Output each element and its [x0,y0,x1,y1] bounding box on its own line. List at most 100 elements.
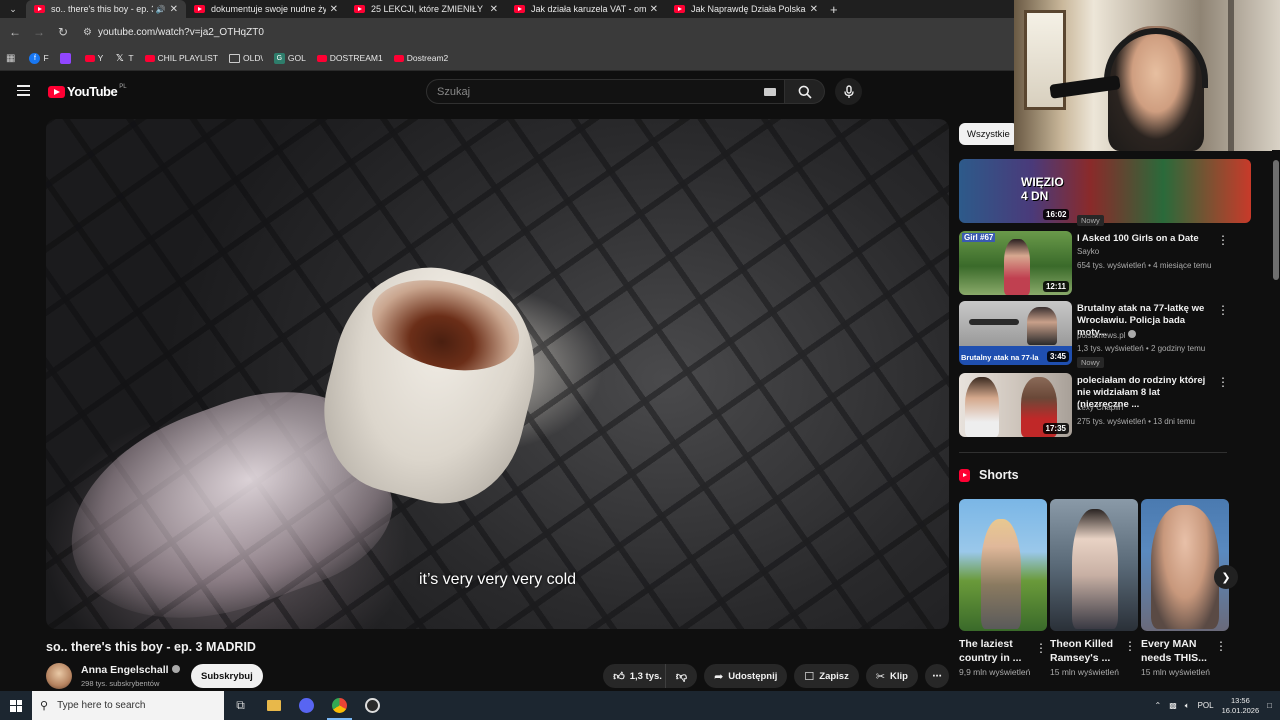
video-thumbnail[interactable]: Girl #67 12:11 [959,231,1072,295]
bookmark-facebook[interactable]: fF [29,52,49,64]
recommendation-item[interactable]: 17:35 poleciałam do rodziny której nie w… [959,373,1229,437]
recommendation-item[interactable]: Brutalny atak na 77-la 3:45 Brutalny ata… [959,301,1229,368]
volume-icon[interactable]: 🔈︎ [1185,701,1190,711]
more-dots-icon[interactable]: ⋮ [1217,233,1229,247]
start-button[interactable] [0,691,32,720]
bookmark-twitch[interactable] [59,52,74,64]
bookmark-folder-old[interactable]: OLD\ [229,53,263,63]
dislike-button[interactable]: 👎︎ [664,664,698,688]
youtube-favicon-icon [194,5,205,13]
clip-button[interactable]: ✂ Klip [865,664,918,688]
thumbnail-text: WIĘZIO 4 DN [1021,175,1064,203]
bookmark-chil-playlist[interactable]: CHIL PLAYLIST [144,53,218,63]
filter-chip-all[interactable]: Wszystkie [959,123,1018,145]
network-icon[interactable]: ▩ [1169,701,1177,710]
recommendation-item[interactable]: WIĘZIO 4 DN 16:02 Nowy [959,159,1251,226]
page-scrollbar[interactable] [1272,150,1280,690]
browser-tab-1[interactable]: so.. there's this boy - ep. 3 M 🔊 ✕ [26,0,186,18]
new-tab-icon[interactable]: + [830,2,838,17]
new-badge: Nowy [1077,215,1104,226]
notifications-icon[interactable]: □ [1267,701,1272,710]
browser-tab-5[interactable]: Jak Naprawdę Działa Polska Mafia ✕ [666,0,826,18]
language-indicator[interactable]: POL [1198,701,1214,710]
youtube-favicon-icon [514,5,525,13]
tab-close-icon[interactable]: ✕ [810,4,818,15]
scrollbar-thumb[interactable] [1273,160,1279,280]
short-views: 9,9 mln wyświetleń [959,667,1031,677]
search-input[interactable]: Szukaj [426,79,785,104]
save-button[interactable]: ☐ Zapisz [794,664,859,688]
tab-close-icon[interactable]: ✕ [490,4,498,15]
shorts-next-button[interactable]: ❯ [1214,565,1238,589]
menu-icon[interactable] [17,85,30,96]
short-item[interactable]: The laziest country in ... 9,9 mln wyświ… [959,499,1047,677]
channel-avatar[interactable] [46,663,72,689]
short-thumbnail[interactable] [959,499,1047,631]
voice-search-button[interactable] [835,78,862,105]
bookmark-gol[interactable]: G GOL [273,52,306,64]
keyboard-icon[interactable] [764,88,776,96]
video-duration: 17:35 [1042,423,1069,434]
more-dots-icon[interactable]: ⋮ [1217,375,1229,389]
short-item[interactable]: Every MAN needs THIS... 15 mln wyświetle… [1141,499,1229,677]
recommendation-item[interactable]: Girl #67 12:11 I Asked 100 Girls on a Da… [959,231,1229,295]
more-dots-icon[interactable]: ⋮ [1124,639,1136,653]
bookmark-dostream2[interactable]: Dostream2 [393,53,448,63]
bookmark-dostream1[interactable]: DOSTREAM1 [316,53,383,63]
browser-tab-3[interactable]: 25 LEKCJI, które ZMIENIŁY moje ✕ [346,0,506,18]
subscribe-button[interactable]: Subskrybuj [191,664,263,688]
youtube-logo[interactable]: YouTube PL [48,84,127,99]
thumbnail-knife [969,319,1019,325]
more-actions-button[interactable]: ⋯ [925,664,949,688]
bookmark-label: T [128,53,134,63]
video-thumbnail[interactable]: Brutalny atak na 77-la 3:45 [959,301,1072,365]
subscriber-count: 298 tys. subskrybentów [81,679,160,688]
thumbnail-person [1027,307,1057,345]
reload-icon[interactable]: ↻ [51,25,75,39]
tab-close-icon[interactable]: ✕ [650,4,658,15]
taskbar-search-placeholder: Type here to search [57,700,146,711]
task-view-icon[interactable]: ⧉ [224,691,257,720]
tray-chevron-up-icon[interactable]: ⌃ [1155,701,1162,710]
g-icon: G [273,52,285,64]
short-thumbnail[interactable] [1141,499,1229,631]
site-info-icon[interactable]: ⚙ [83,27,92,38]
tab-search-chevron-icon[interactable]: ⌄ [0,0,26,18]
browser-tab-4[interactable]: Jak działa karuzela VAT - omów ✕ [506,0,666,18]
url-field[interactable]: youtube.com/watch?v=ja2_OTHqZT0 [98,27,264,38]
youtube-icon [144,54,155,62]
like-button[interactable]: 👍︎ 1,3 tys. [603,664,672,688]
tab-close-icon[interactable]: ✕ [330,4,338,15]
video-thumbnail[interactable]: WIĘZIO 4 DN 16:02 [959,159,1251,223]
channel-name[interactable]: Anna Engelschall [81,664,180,676]
discord-icon[interactable] [290,691,323,720]
tab-title: Jak Naprawdę Działa Polska Mafia [691,4,806,14]
short-thumbnail[interactable] [1050,499,1138,631]
back-arrow-icon[interactable]: ← [3,25,27,39]
more-dots-icon[interactable]: ⋮ [1035,641,1047,655]
thumbnail-person [965,377,999,437]
more-dots-icon[interactable]: ⋮ [1217,303,1229,317]
video-player[interactable]: it’s very very very cold [46,119,949,629]
clock[interactable]: 13:56 16.01.2026 [1222,696,1260,716]
windows-logo-icon [10,699,22,712]
verified-icon [1128,330,1137,338]
video-thumbnail[interactable]: 17:35 [959,373,1072,437]
video-actions: 👍︎ 1,3 tys. 👎︎ ➦ Udostępnij ☐ Zapisz ✂ Klip … [603,664,949,688]
bookmark-x[interactable]: 𝕏T [114,53,134,64]
search-button[interactable] [785,79,825,104]
share-button[interactable]: ➦ Udostępnij [704,664,788,688]
browser-tab-2[interactable]: dokumentuje swoje nudne życie ✕ [186,0,346,18]
chrome-icon[interactable] [323,691,356,720]
short-item[interactable]: Theon Killed Ramsey's ... 15 mln wyświet… [1050,499,1138,677]
apps-grid-icon[interactable]: ▦ [6,53,15,64]
thumbs-up-icon: 👍︎ [613,670,625,683]
bookmark-youtube[interactable]: Y [84,53,103,63]
more-dots-icon[interactable]: ⋮ [1215,639,1227,653]
audio-playing-icon[interactable]: 🔊 [156,5,166,14]
obs-icon[interactable] [356,691,389,720]
file-explorer-icon[interactable] [257,691,290,720]
forward-arrow-icon[interactable]: → [27,25,51,39]
tab-close-icon[interactable]: ✕ [170,4,178,15]
taskbar-search-input[interactable]: ⚲ Type here to search [32,691,224,720]
